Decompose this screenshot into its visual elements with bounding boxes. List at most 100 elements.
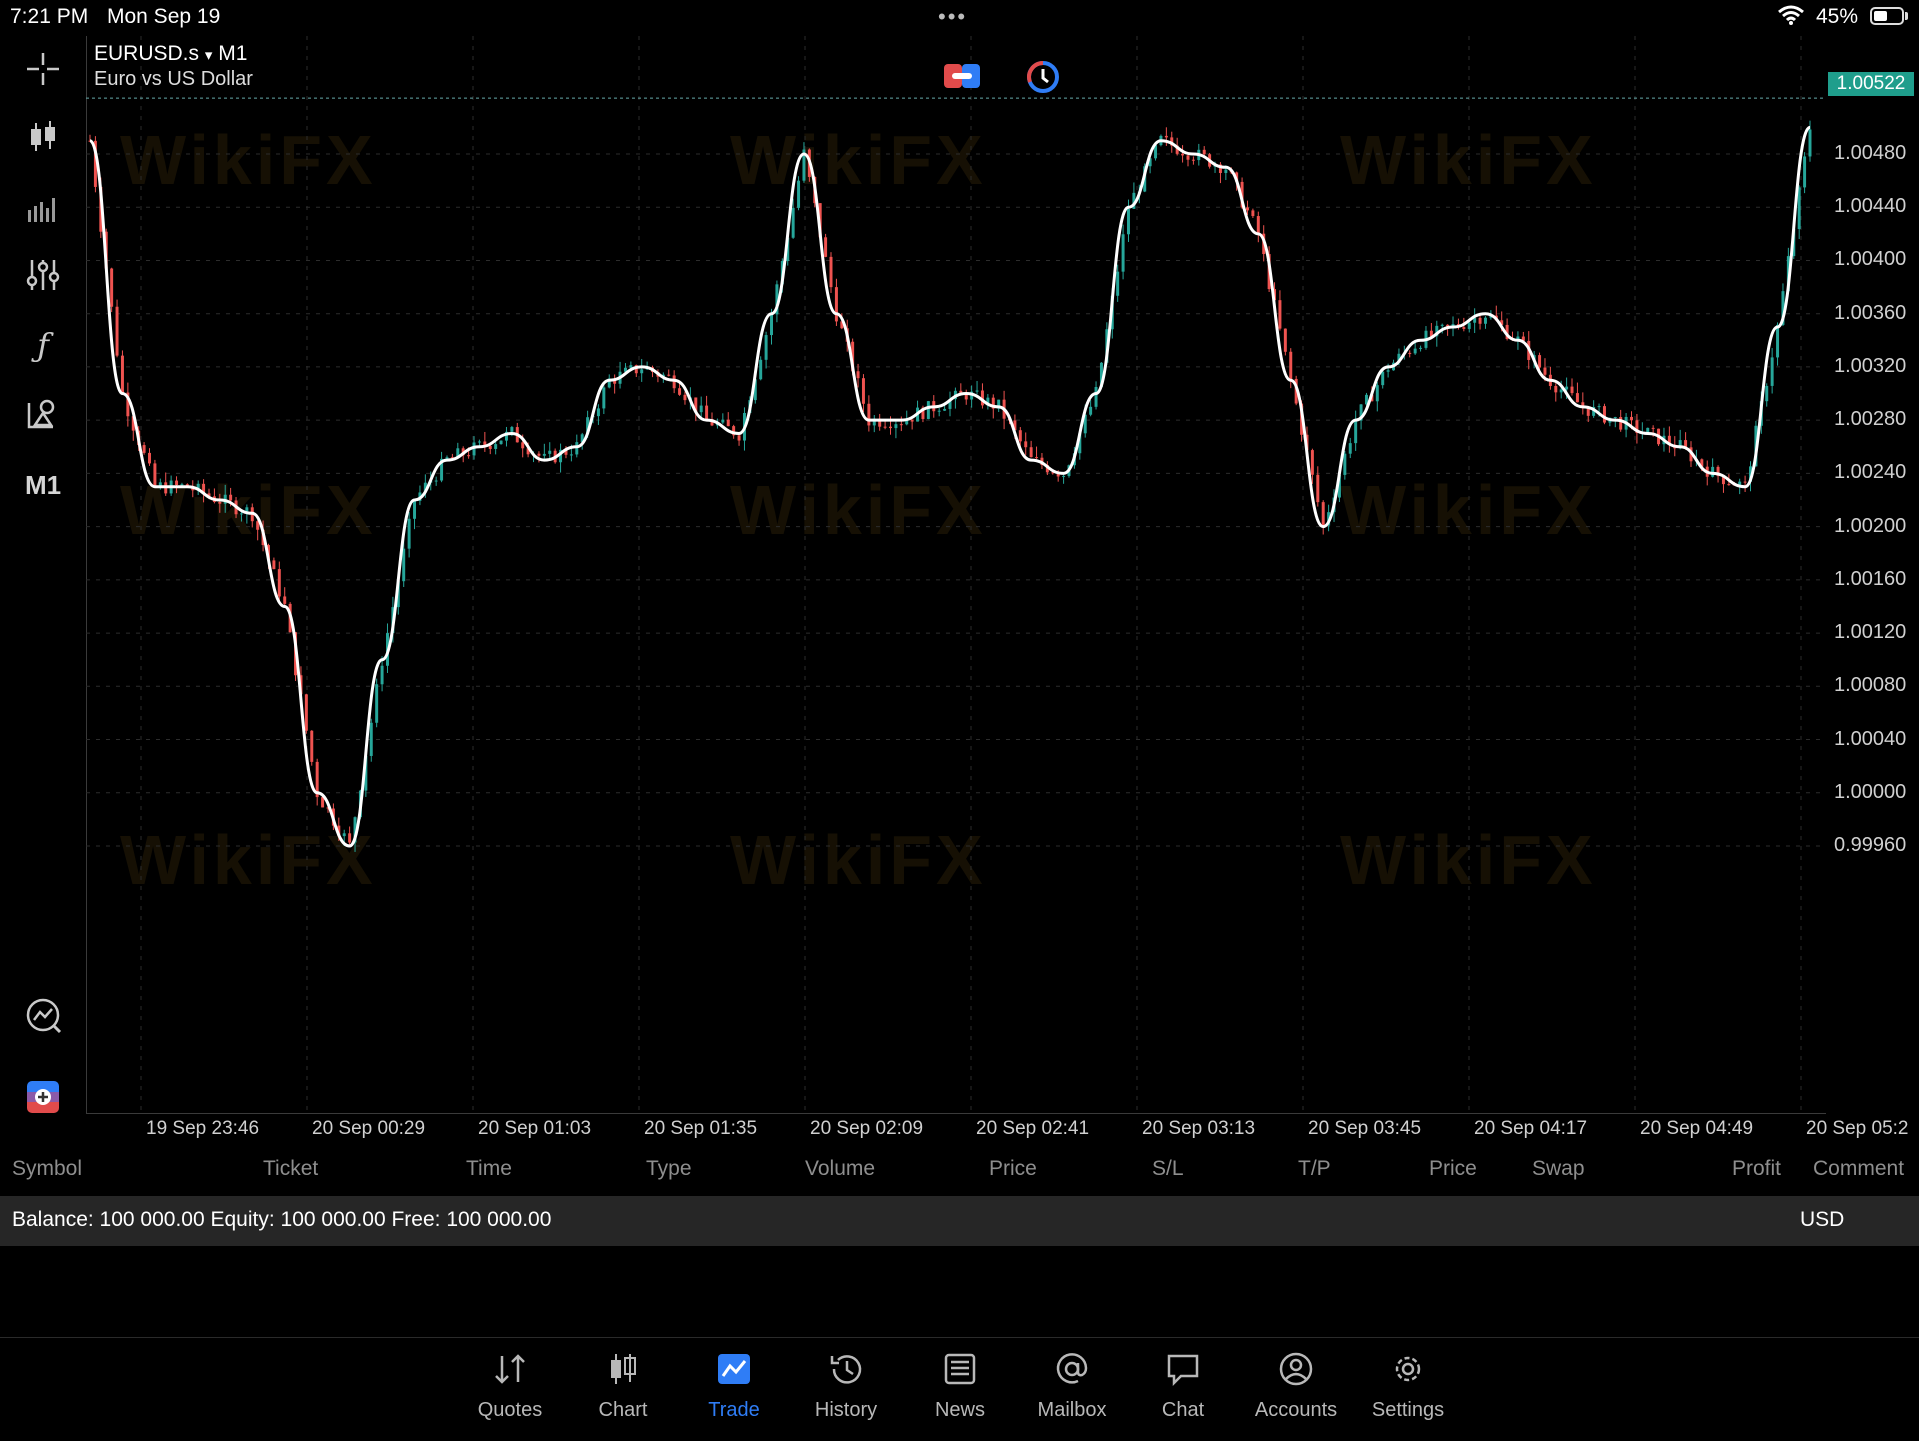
candle (1711, 466, 1715, 477)
candle (894, 424, 898, 429)
tab-news[interactable]: News (904, 1352, 1016, 1422)
candle (1283, 328, 1287, 352)
symbol-dropdown-icon[interactable]: ▾ (205, 47, 213, 64)
candle (705, 405, 709, 420)
one-click-trading-icon[interactable] (944, 62, 980, 95)
col-profit[interactable]: Profit (1732, 1157, 1781, 1181)
candle (926, 401, 930, 419)
x-tick-label: 20 Sep 01:03 (478, 1118, 592, 1139)
x-tick-label: 20 Sep 05:2 (1806, 1118, 1909, 1139)
col-comment[interactable]: Comment (1813, 1157, 1904, 1181)
candle (120, 355, 124, 393)
y-tick-label: 1.00480 (1834, 142, 1907, 164)
candle (759, 359, 763, 380)
candle (1597, 406, 1601, 408)
candle (764, 335, 768, 360)
col-volume[interactable]: Volume (805, 1157, 875, 1181)
y-tick-label: 1.00040 (1834, 727, 1907, 750)
candle (1602, 406, 1606, 423)
price-chart[interactable] (86, 36, 1826, 1114)
tab-label: Accounts (1254, 1399, 1338, 1421)
y-tick-label: 0.99960 (1834, 834, 1907, 856)
col-price-current[interactable]: Price (1429, 1157, 1477, 1181)
y-tick-label: 1.00360 (1834, 301, 1907, 324)
col-time[interactable]: Time (466, 1157, 512, 1181)
function-icon[interactable]: ƒ (18, 320, 68, 370)
candle (1743, 481, 1747, 483)
symbol-name: EURUSD.s (94, 42, 200, 65)
col-swap[interactable]: Swap (1532, 1157, 1585, 1181)
y-tick-label: 1.00160 (1834, 567, 1907, 590)
col-price[interactable]: Price (989, 1157, 1037, 1181)
candle (110, 268, 114, 307)
candle (1413, 348, 1417, 354)
symbol-title[interactable]: EURUSD.s ▾ M1 (94, 42, 247, 66)
candle (153, 463, 157, 486)
candle (342, 833, 346, 837)
tab-label: History (814, 1399, 878, 1421)
battery-tip (1905, 12, 1908, 20)
candle (1808, 129, 1812, 157)
history-icon (828, 1352, 864, 1391)
x-tick-label: 19 Sep 23:46 (146, 1118, 260, 1139)
y-tick-label: 1.00000 (1834, 780, 1907, 803)
candle (413, 500, 417, 519)
indicators-sliders-icon[interactable] (18, 250, 68, 300)
account-currency: USD (1800, 1208, 1845, 1231)
candle (1094, 386, 1098, 407)
candle (321, 797, 325, 808)
tab-label: News (934, 1399, 985, 1421)
col-symbol[interactable]: Symbol (12, 1157, 82, 1181)
news-icon (943, 1352, 977, 1391)
multitask-dots[interactable]: ••• (938, 4, 967, 30)
candle (1375, 385, 1379, 402)
col-type[interactable]: Type (646, 1157, 692, 1181)
col-ticket[interactable]: Ticket (263, 1157, 318, 1181)
candle (856, 371, 860, 379)
col-sl[interactable]: S/L (1152, 1157, 1184, 1181)
tab-chat[interactable]: Chat (1127, 1352, 1239, 1422)
candle (1575, 393, 1579, 403)
candle (1565, 386, 1569, 390)
tab-settings[interactable]: Settings (1352, 1352, 1464, 1422)
balance-text: Balance: 100 000.00 Equity: 100 000.00 F… (12, 1208, 552, 1231)
tab-label: Settings (1371, 1399, 1445, 1421)
candle (699, 405, 703, 413)
candle (883, 426, 887, 428)
tab-chart[interactable]: Chart (567, 1352, 679, 1422)
timeframe-label[interactable]: M1 (18, 460, 68, 510)
candle (1224, 169, 1228, 174)
market-clock-icon[interactable] (1026, 60, 1060, 99)
candle (1024, 441, 1028, 448)
trade-icon (716, 1352, 752, 1391)
volume-bars-icon[interactable] (18, 182, 68, 232)
tab-trade[interactable]: Trade (678, 1352, 790, 1422)
status-time: 7:21 PM (10, 5, 89, 28)
candle (229, 494, 233, 501)
candles-icon[interactable] (18, 112, 68, 162)
candle (1467, 322, 1471, 329)
candle (1251, 210, 1255, 217)
battery-icon (1870, 7, 1904, 25)
candle (1462, 327, 1466, 329)
col-tp[interactable]: T/P (1298, 1157, 1331, 1181)
tab-accounts[interactable]: Accounts (1240, 1352, 1352, 1422)
chart-check-icon[interactable] (18, 990, 68, 1040)
tab-quotes[interactable]: Quotes (454, 1352, 566, 1422)
candle (272, 560, 276, 570)
objects-icon[interactable] (18, 388, 68, 438)
y-tick-label: 1.00320 (1834, 354, 1907, 377)
candle (596, 408, 600, 417)
candle (477, 441, 481, 443)
tab-history[interactable]: History (790, 1352, 902, 1422)
tab-label: Trade (708, 1399, 760, 1421)
x-tick-label: 20 Sep 02:09 (810, 1118, 924, 1139)
candle (348, 833, 352, 843)
candle (1316, 474, 1320, 503)
candle (1765, 385, 1769, 402)
trade-add-icon[interactable] (18, 1072, 68, 1122)
crosshair-icon[interactable] (18, 44, 68, 94)
candle (277, 569, 281, 597)
candle (797, 180, 801, 208)
tab-mailbox[interactable]: Mailbox (1016, 1352, 1128, 1422)
